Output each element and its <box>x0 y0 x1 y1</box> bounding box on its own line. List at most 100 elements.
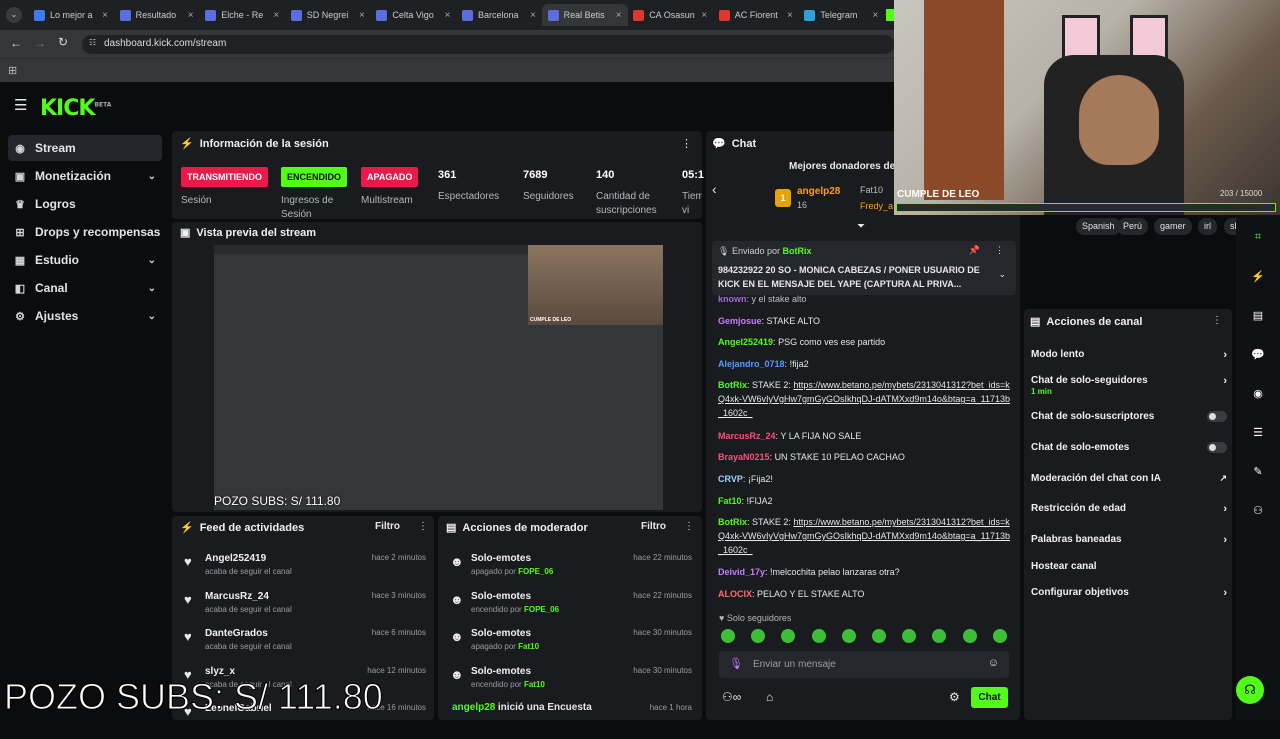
mod-by[interactable]: Fat10 <box>518 642 539 651</box>
feed-user[interactable]: Angel252419 <box>205 553 266 564</box>
store-icon[interactable]: ⌂ <box>766 690 773 704</box>
pinned-more-icon[interactable]: ⋮ <box>995 245 1004 256</box>
chat-user[interactable]: known <box>718 294 747 304</box>
tab-close-icon[interactable]: × <box>873 10 879 21</box>
feed-filter-button[interactable]: Filtro <box>375 521 400 532</box>
chat-user[interactable]: Angel252419 <box>718 337 773 347</box>
emote-icon[interactable] <box>872 629 886 643</box>
chat-user[interactable]: Gemjosue <box>718 316 762 326</box>
tab-close-icon[interactable]: × <box>787 10 793 21</box>
emoji-icon[interactable]: ☺ <box>988 657 999 669</box>
bot-user[interactable]: BotRix <box>718 517 747 527</box>
tab-close-icon[interactable]: × <box>701 10 707 21</box>
feed-more-icon[interactable]: ⋮ <box>418 521 428 532</box>
sidebar-item[interactable]: ◧ Canal ⌄ <box>8 275 162 301</box>
chat-user[interactable]: CRVP <box>718 474 743 484</box>
stream-tag[interactable]: irl <box>1198 218 1217 235</box>
sidebar-item[interactable]: ♛ Logros <box>8 191 162 217</box>
tab-close-icon[interactable]: × <box>359 10 365 21</box>
rail-broadcast-icon[interactable]: ◉ <box>1247 382 1269 404</box>
donor-1-name[interactable]: angelp28 <box>797 186 840 197</box>
support-button[interactable]: ☊ <box>1236 676 1264 704</box>
chat-user[interactable]: Deivid_17y <box>718 567 765 577</box>
sidebar-item[interactable]: ◉ Stream <box>8 135 162 161</box>
sidebar-item[interactable]: ▦ Estudio ⌄ <box>8 247 162 273</box>
rail-doc-icon[interactable]: ▤ <box>1247 304 1269 326</box>
tab-close-icon[interactable]: × <box>616 10 622 21</box>
chevron-down-icon[interactable]: ⌄ <box>148 255 156 266</box>
rail-grid-icon[interactable]: ☰ <box>1247 421 1269 443</box>
apps-icon[interactable]: ⊞ <box>8 64 17 77</box>
donor-2-name[interactable]: Fat10 <box>860 185 883 195</box>
sidebar-item[interactable]: ▣ Monetización ⌄ <box>8 163 162 189</box>
pinned-message[interactable]: 🎙 Enviado por BotRix 📌 ⋮ 984232922 20 SO… <box>712 241 1016 295</box>
channel-action[interactable]: Chat de solo-emotes <box>1031 442 1227 464</box>
feed-user[interactable]: MarcusRz_24 <box>205 591 269 602</box>
chat-user[interactable]: BrayaN0215 <box>718 452 770 462</box>
channel-action[interactable]: Hostear canal <box>1031 561 1227 583</box>
emote-icon[interactable] <box>721 629 735 643</box>
browser-tab[interactable]: Lo mejor a × <box>28 4 114 26</box>
stream-tag[interactable]: Perú <box>1117 218 1149 235</box>
browser-tab[interactable]: AC Fiorent × <box>713 4 799 26</box>
channel-action[interactable]: Restricción de edad › <box>1031 503 1227 525</box>
emote-icon[interactable] <box>962 629 977 643</box>
url-field[interactable]: ☷ dashboard.kick.com/stream <box>82 35 894 54</box>
mic-icon[interactable]: 🎙 <box>729 657 743 670</box>
expand-icon[interactable]: ⌄ <box>998 269 1006 280</box>
chat-user[interactable]: MarcusRz_24 <box>718 431 776 441</box>
chat-user[interactable]: Fat10 <box>718 496 742 506</box>
chat-input[interactable]: 🎙 Enviar un mensaje ☺ <box>719 651 1009 678</box>
rail-bolt-icon[interactable]: ⚡ <box>1247 265 1269 287</box>
browser-tab[interactable]: Resultado × <box>114 4 200 26</box>
sidebar-item[interactable]: ⊞ Drops y recompensas <box>8 219 162 245</box>
emote-icon[interactable] <box>992 629 1007 643</box>
emote-icon[interactable] <box>841 629 856 643</box>
more-icon[interactable]: ⋮ <box>681 137 692 150</box>
feed-user[interactable]: slyz_x <box>205 666 235 677</box>
tab-close-icon[interactable]: × <box>530 10 536 21</box>
mod-by[interactable]: FOPE_06 <box>524 605 559 614</box>
donors-prev-icon[interactable]: ‹ <box>712 181 717 197</box>
browser-tab[interactable]: Real Betis × <box>541 4 628 26</box>
emote-icon[interactable] <box>811 629 826 643</box>
preview-video[interactable]: CUMPLE DE LEO POZO SUBS: S/ 111.80 <box>214 245 663 510</box>
chevron-down-icon[interactable]: ⌄ <box>148 171 156 182</box>
browser-tab[interactable]: Celta Vigo × <box>370 4 456 26</box>
browser-tab[interactable]: Telegram × <box>798 4 884 26</box>
donor-3-name[interactable]: Fredy_a <box>860 201 893 211</box>
toggle-switch[interactable] <box>1207 442 1227 453</box>
tab-close-icon[interactable]: × <box>188 10 194 21</box>
channel-actions-more-icon[interactable]: ⋮ <box>1212 315 1222 326</box>
infinity-icon[interactable]: ⚇∞ <box>722 690 741 704</box>
rail-mod-icon[interactable]: ⌗ <box>1247 226 1269 248</box>
sidebar-item[interactable]: ⚙ Ajustes ⌄ <box>8 303 162 329</box>
pin-icon[interactable]: 📌 <box>969 245 980 256</box>
channel-action[interactable]: Configurar objetivos › <box>1031 587 1227 609</box>
back-icon[interactable]: ← <box>10 36 22 50</box>
bot-user[interactable]: BotRix <box>718 380 747 390</box>
mod-filter-button[interactable]: Filtro <box>641 521 666 532</box>
rail-users-icon[interactable]: ⚇ <box>1247 499 1269 521</box>
channel-action[interactable]: Chat de solo-suscriptores <box>1031 411 1227 433</box>
channel-action[interactable]: Chat de solo-seguidores 1 min › <box>1031 375 1227 397</box>
tab-list-icon[interactable]: ⌄ <box>6 7 22 23</box>
channel-action[interactable]: Modo lento › <box>1031 349 1227 371</box>
mod-more-icon[interactable]: ⋮ <box>684 521 694 532</box>
site-info-icon[interactable]: ☷ <box>89 38 96 47</box>
kick-logo[interactable]: KICKBETA <box>40 96 111 121</box>
chevron-down-icon[interactable]: ⌄ <box>148 283 156 294</box>
chat-user[interactable]: Alejandro_0718 <box>718 359 785 369</box>
browser-tab[interactable]: CA Osasun × <box>627 4 713 26</box>
tab-close-icon[interactable]: × <box>445 10 451 21</box>
tab-close-icon[interactable]: × <box>102 10 108 21</box>
channel-action[interactable]: Palabras baneadas › <box>1031 534 1227 556</box>
rail-wrench-icon[interactable]: ✎ <box>1247 460 1269 482</box>
browser-tab[interactable]: Barcelona × <box>456 4 542 26</box>
settings-icon[interactable]: ⚙ <box>949 690 960 704</box>
browser-tab[interactable]: Elche - Re × <box>199 4 285 26</box>
send-chat-button[interactable]: Chat <box>971 687 1008 708</box>
stream-tag[interactable]: gamer <box>1154 218 1192 235</box>
browser-tab[interactable]: SD Negrei × <box>285 4 371 26</box>
tab-close-icon[interactable]: × <box>273 10 279 21</box>
